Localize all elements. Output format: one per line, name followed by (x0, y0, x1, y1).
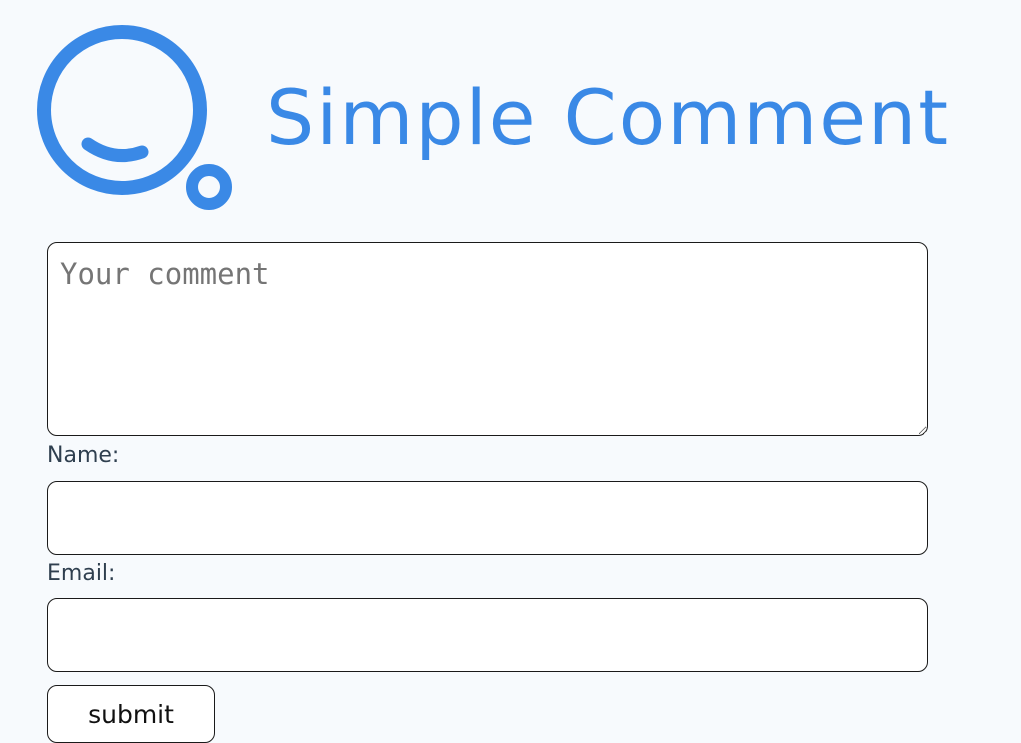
comment-textarea[interactable] (47, 242, 928, 436)
email-label: Email: (47, 561, 116, 586)
submit-button[interactable]: submit (47, 685, 215, 743)
header: Simple Comment (0, 0, 1021, 230)
name-label: Name: (47, 443, 120, 468)
simple-comment-logo-icon (36, 24, 236, 214)
brand-title: Simple Comment (266, 73, 951, 162)
comment-form: Name: Email: submit (47, 242, 928, 743)
page: Simple Comment Name: Email: submit (0, 0, 1021, 743)
name-input[interactable] (47, 481, 928, 555)
email-input[interactable] (47, 598, 928, 672)
logo-graphic (37, 25, 232, 210)
